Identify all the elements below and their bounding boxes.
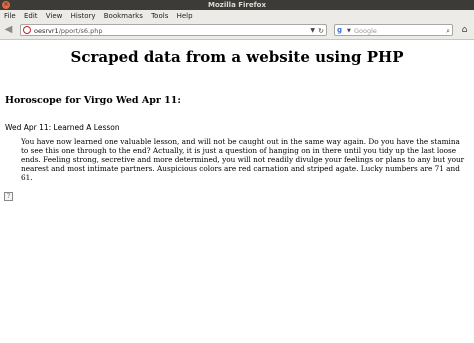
menu-tools[interactable]: Tools [148,10,171,22]
back-arrow-icon[interactable]: ◀ [2,24,15,36]
horoscope-heading: Horoscope for Virgo Wed Apr 11: [5,95,181,106]
search-bar[interactable]: g ▼ Google ⌕ [334,24,453,36]
menu-help[interactable]: Help [174,10,196,22]
entry-title: Wed Apr 11: Learned A Lesson [5,123,120,132]
url-host: oesrvr1 [34,27,59,35]
url-path: /pport/s6.php [58,27,103,35]
entry-text: You have now learned one valuable lesson… [21,137,465,182]
menu-edit[interactable]: Edit [21,10,41,22]
home-icon[interactable]: ⌂ [459,25,470,35]
navigation-toolbar: ◀ oesrvr1/pport/s6.php ▼ ↻ g ▼ Google ⌕ … [0,22,474,40]
menu-file[interactable]: File [0,10,19,22]
search-input[interactable]: Google [354,25,377,37]
search-engine-dropdown-icon[interactable]: ▼ [347,25,351,37]
menu-history[interactable]: History [68,10,99,22]
search-icon[interactable]: ⌕ [446,25,450,37]
window-titlebar: ✕ Mozilla Firefox [0,0,474,10]
missing-plugin-icon[interactable]: ? [4,192,13,201]
menu-view[interactable]: View [43,10,66,22]
site-identity-icon[interactable] [23,26,31,34]
window-title: Mozilla Firefox [208,1,266,9]
search-engine-icon[interactable]: g [337,26,347,34]
url-bar[interactable]: oesrvr1/pport/s6.php ▼ ↻ [20,24,327,36]
page-title: Scraped data from a website using PHP [70,48,404,66]
url-text[interactable]: oesrvr1/pport/s6.php [34,25,103,37]
menu-bar: File Edit View History Bookmarks Tools H… [0,10,474,22]
url-dropdown-icon[interactable]: ▼ [310,25,315,37]
close-window-icon[interactable]: ✕ [2,1,10,9]
menu-bookmarks[interactable]: Bookmarks [101,10,146,22]
reload-icon[interactable]: ↻ [318,25,324,37]
page-content: Scraped data from a website using PHP Ho… [0,40,474,343]
